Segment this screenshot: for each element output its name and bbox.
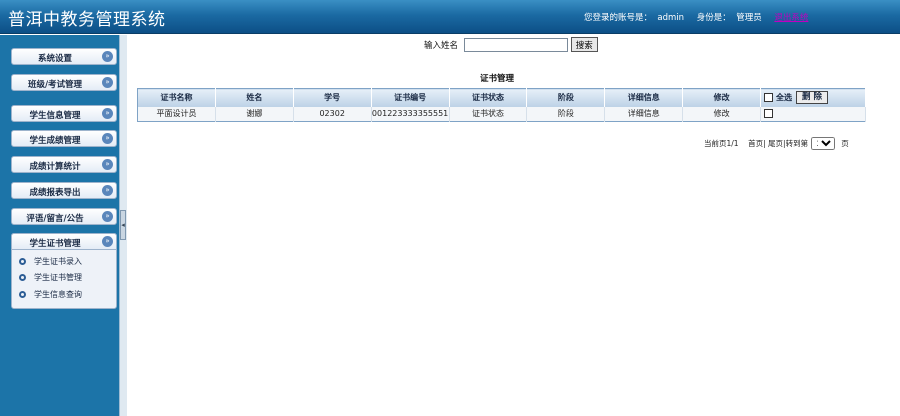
column-header: 学号 (293, 88, 372, 107)
cell-student-name: 谢娜 (215, 106, 294, 122)
column-header: 详细信息 (604, 88, 684, 107)
menu-system-settings[interactable]: 系统设置 » (11, 48, 117, 65)
edit-link[interactable]: 修改 (682, 106, 762, 122)
chevron-up-icon: » (102, 236, 113, 247)
menu-score-export[interactable]: 成绩报表导出 » (11, 182, 117, 199)
account-label: 您登录的账号是： admin (584, 13, 685, 23)
search-button[interactable]: 搜索 (570, 37, 598, 52)
page-title: 证书管理 (480, 74, 515, 84)
select-all-label: 全选 (776, 93, 793, 103)
role-value: 管理员 (736, 13, 762, 23)
bullet-icon (19, 258, 26, 265)
logout-link[interactable]: 退出系统 (774, 13, 808, 23)
cell-certificate-name: 平面设计员 (137, 106, 216, 122)
search-bar: 输入姓名 搜索 (424, 37, 598, 52)
app-header: 普洱中教务管理系统 您登录的账号是： admin 身份是： 管理员 退出系统 (0, 0, 900, 34)
search-label: 输入姓名 (424, 40, 459, 51)
page-unit-label: 页 (841, 139, 849, 148)
submenu-certificate-entry[interactable]: 学生证书录入 (19, 256, 82, 267)
chevron-down-icon: » (102, 108, 113, 119)
bullet-icon (19, 274, 26, 281)
cell-certificate-status: 证书状态 (449, 106, 528, 122)
cell-stage: 阶段 (526, 106, 606, 122)
pagination: 当前页1/1 首页| 尾页|转到第 1 页 (704, 137, 849, 150)
select-all-cell: 全选删 除 (760, 88, 866, 107)
current-page-label: 当前页1/1 (704, 139, 739, 148)
bullet-icon (19, 291, 26, 298)
menu-comments-notices[interactable]: 评语/留言/公告 » (11, 208, 117, 225)
details-link[interactable]: 详细信息 (604, 106, 684, 122)
delete-button[interactable]: 删 除 (796, 91, 828, 105)
menu-score-stats[interactable]: 成绩计算统计 » (11, 156, 117, 173)
menu-class-exam[interactable]: 班级/考试管理 » (11, 74, 117, 91)
select-all-checkbox[interactable] (764, 93, 774, 103)
column-header: 修改 (682, 88, 762, 107)
cell-certificate-number: 001223333355551 (371, 106, 450, 122)
user-info-bar: 您登录的账号是： admin 身份是： 管理员 退出系统 (584, 11, 818, 23)
role-info: 身份是： 管理员 (696, 13, 762, 23)
cell-student-id: 02302 (293, 106, 372, 122)
menu-student-info[interactable]: 学生信息管理 » (11, 105, 117, 122)
last-page-link[interactable]: 尾页 (768, 139, 783, 148)
table-row: 平面设计员 谢娜 02302 001223333355551 证书状态 阶段 详… (137, 106, 866, 122)
chevron-down-icon: » (102, 77, 113, 88)
chevron-down-icon: » (102, 211, 113, 222)
first-page-link[interactable]: 首页 (748, 139, 763, 148)
menu-student-certificates[interactable]: 学生证书管理 » (11, 233, 117, 250)
column-header: 姓名 (215, 88, 294, 107)
column-header: 证书状态 (449, 88, 528, 107)
page-select[interactable]: 1 (811, 137, 836, 150)
chevron-down-icon: » (102, 159, 113, 170)
submenu-student-query[interactable]: 学生信息查询 (19, 289, 82, 300)
chevron-down-icon: » (102, 51, 113, 62)
column-header: 证书编号 (371, 88, 450, 107)
column-header: 证书名称 (137, 88, 216, 107)
table-header-row: 证书名称 姓名 学号 证书编号 证书状态 阶段 详细信息 修改 全选删 除 (137, 88, 866, 107)
sidebar: 系统设置 » 班级/考试管理 » 学生信息管理 » 学生成绩管理 » 成绩计算统… (0, 35, 119, 416)
name-search-input[interactable] (463, 37, 568, 52)
app-title: 普洱中教务管理系统 (8, 10, 166, 30)
username: admin (657, 13, 685, 23)
column-header: 阶段 (526, 88, 606, 107)
submenu-certificate-manage[interactable]: 学生证书管理 (19, 272, 82, 283)
menu-student-scores[interactable]: 学生成绩管理 » (11, 130, 117, 147)
collapse-sidebar-icon[interactable]: ◂ (120, 210, 126, 240)
chevron-down-icon: » (102, 185, 113, 196)
goto-label: 转到第 (785, 139, 809, 148)
row-select-cell (760, 106, 866, 122)
certificate-table: 证书名称 姓名 学号 证书编号 证书状态 阶段 详细信息 修改 全选删 除 平面… (137, 88, 866, 122)
certificate-menu-panel: 学生证书管理 » 学生证书录入 学生证书管理 学生信息查询 (11, 233, 117, 309)
row-checkbox[interactable] (764, 109, 774, 119)
chevron-down-icon: » (102, 133, 113, 144)
